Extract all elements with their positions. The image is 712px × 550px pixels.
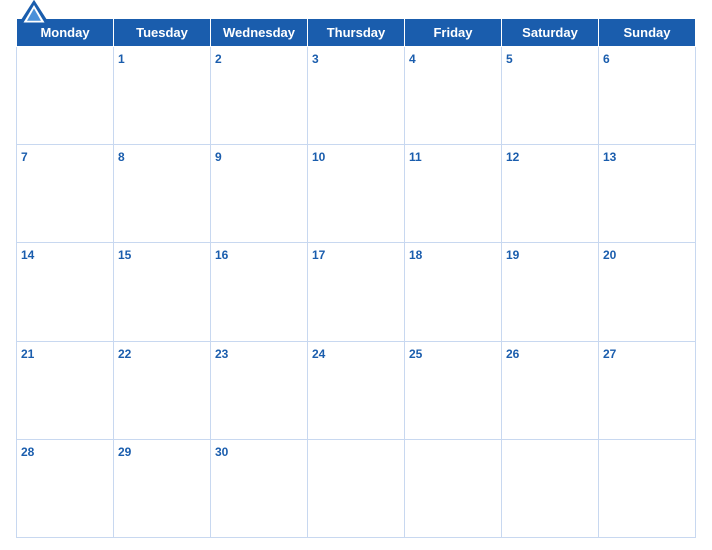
day-number: 22 xyxy=(118,347,131,361)
calendar-day-cell: 29 xyxy=(114,439,211,537)
day-number: 9 xyxy=(215,150,222,164)
calendar-week-row: 1 2 3 4 5 6 xyxy=(17,47,696,145)
calendar-day-cell: 13 xyxy=(599,145,696,243)
day-number: 19 xyxy=(506,248,519,262)
calendar-day-cell xyxy=(17,47,114,145)
day-number: 27 xyxy=(603,347,616,361)
calendar-day-cell: 12 xyxy=(502,145,599,243)
calendar-day-cell: 10 xyxy=(308,145,405,243)
calendar-day-cell: 6 xyxy=(599,47,696,145)
day-number: 16 xyxy=(215,248,228,262)
calendar-day-cell: 16 xyxy=(211,243,308,341)
calendar-day-cell: 2 xyxy=(211,47,308,145)
calendar-day-cell: 30 xyxy=(211,439,308,537)
calendar-day-cell: 19 xyxy=(502,243,599,341)
logo xyxy=(16,0,52,26)
day-number: 17 xyxy=(312,248,325,262)
calendar-day-cell: 20 xyxy=(599,243,696,341)
calendar-day-cell: 1 xyxy=(114,47,211,145)
weekday-header: Friday xyxy=(405,19,502,47)
weekday-header: Sunday xyxy=(599,19,696,47)
calendar-week-row: 28 29 30 xyxy=(17,439,696,537)
day-number: 21 xyxy=(21,347,34,361)
day-number: 12 xyxy=(506,150,519,164)
calendar-week-row: 7 8 9 10 11 12 13 xyxy=(17,145,696,243)
calendar-day-cell: 25 xyxy=(405,341,502,439)
calendar-week-row: 21 22 23 24 25 26 27 xyxy=(17,341,696,439)
calendar-day-cell: 5 xyxy=(502,47,599,145)
day-number: 28 xyxy=(21,445,34,459)
day-number: 14 xyxy=(21,248,34,262)
day-number: 20 xyxy=(603,248,616,262)
day-number: 2 xyxy=(215,52,222,66)
calendar-day-cell: 8 xyxy=(114,145,211,243)
day-number: 7 xyxy=(21,150,28,164)
day-number: 1 xyxy=(118,52,125,66)
weekday-header: Wednesday xyxy=(211,19,308,47)
calendar-day-cell xyxy=(502,439,599,537)
day-number: 3 xyxy=(312,52,319,66)
day-number: 18 xyxy=(409,248,422,262)
calendar-day-cell: 4 xyxy=(405,47,502,145)
calendar-day-cell: 23 xyxy=(211,341,308,439)
day-number: 25 xyxy=(409,347,422,361)
day-number: 23 xyxy=(215,347,228,361)
calendar-day-cell: 11 xyxy=(405,145,502,243)
calendar-day-cell: 22 xyxy=(114,341,211,439)
calendar-day-cell: 28 xyxy=(17,439,114,537)
calendar-day-cell: 9 xyxy=(211,145,308,243)
day-number: 8 xyxy=(118,150,125,164)
weekday-header: Saturday xyxy=(502,19,599,47)
day-number: 4 xyxy=(409,52,416,66)
calendar-day-cell: 26 xyxy=(502,341,599,439)
calendar-day-cell xyxy=(405,439,502,537)
calendar-day-cell: 14 xyxy=(17,243,114,341)
day-number: 13 xyxy=(603,150,616,164)
day-number: 26 xyxy=(506,347,519,361)
calendar-day-cell: 24 xyxy=(308,341,405,439)
calendar-day-cell xyxy=(308,439,405,537)
day-number: 29 xyxy=(118,445,131,459)
calendar-day-cell: 15 xyxy=(114,243,211,341)
day-number: 5 xyxy=(506,52,513,66)
day-number: 15 xyxy=(118,248,131,262)
weekday-header: Tuesday xyxy=(114,19,211,47)
calendar-day-cell: 7 xyxy=(17,145,114,243)
calendar-day-cell: 18 xyxy=(405,243,502,341)
day-number: 11 xyxy=(409,150,422,164)
calendar-week-row: 14 15 16 17 18 19 20 xyxy=(17,243,696,341)
calendar-day-cell: 3 xyxy=(308,47,405,145)
weekday-header: Thursday xyxy=(308,19,405,47)
calendar-table: MondayTuesdayWednesdayThursdayFridaySatu… xyxy=(16,18,696,538)
calendar-day-cell: 21 xyxy=(17,341,114,439)
weekday-header-row: MondayTuesdayWednesdayThursdayFridaySatu… xyxy=(17,19,696,47)
day-number: 6 xyxy=(603,52,610,66)
day-number: 24 xyxy=(312,347,325,361)
calendar-day-cell xyxy=(599,439,696,537)
day-number: 30 xyxy=(215,445,228,459)
day-number: 10 xyxy=(312,150,325,164)
calendar-day-cell: 27 xyxy=(599,341,696,439)
calendar-day-cell: 17 xyxy=(308,243,405,341)
